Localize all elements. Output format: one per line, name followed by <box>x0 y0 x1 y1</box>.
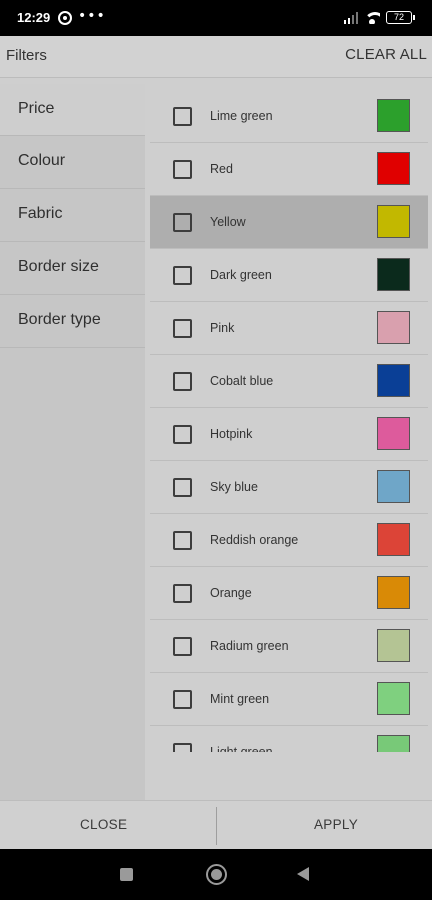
colour-swatch <box>377 311 410 344</box>
checkbox[interactable] <box>173 478 192 497</box>
checkbox[interactable] <box>173 107 192 126</box>
colour-option-row[interactable]: Light green <box>150 726 428 752</box>
checkbox[interactable] <box>173 690 192 709</box>
checkbox[interactable] <box>173 372 192 391</box>
status-icons: 72 <box>344 11 415 24</box>
home-icon[interactable] <box>206 864 227 885</box>
button-divider <box>216 807 217 845</box>
checkbox[interactable] <box>173 584 192 603</box>
whatsapp-icon <box>58 11 72 25</box>
category-fabric[interactable]: Fabric <box>0 189 145 242</box>
checkbox[interactable] <box>173 531 192 550</box>
battery-icon: 72 <box>386 11 415 24</box>
checkbox[interactable] <box>173 637 192 656</box>
filters-header: Filters CLEAR ALL <box>0 36 432 78</box>
colour-name-label: Red <box>210 162 233 176</box>
checkbox[interactable] <box>173 425 192 444</box>
category-price[interactable]: Price <box>0 84 145 136</box>
colour-options-list[interactable]: Lime green Red Yellow Dark green Pink Cobalt … <box>150 90 428 752</box>
status-time: 12:29 <box>17 10 51 25</box>
colour-name-label: Yellow <box>210 215 246 229</box>
more-notifications-icon: ••• <box>78 8 106 24</box>
colour-swatch <box>377 417 410 450</box>
colour-name-label: Lime green <box>210 109 273 123</box>
colour-name-label: Cobalt blue <box>210 374 274 388</box>
colour-name-label: Pink <box>210 321 235 335</box>
colour-name-label: Reddish orange <box>210 533 299 547</box>
colour-name-label: Mint green <box>210 692 270 706</box>
colour-option-row[interactable]: Reddish orange <box>150 514 428 567</box>
checkbox[interactable] <box>173 213 192 232</box>
colour-option-row[interactable]: Orange <box>150 567 428 620</box>
colour-name-label: Dark green <box>210 268 272 282</box>
colour-option-row[interactable]: Red <box>150 143 428 196</box>
system-navigation-bar <box>0 849 432 900</box>
colour-option-row[interactable]: Mint green <box>150 673 428 726</box>
colour-option-row[interactable]: Lime green <box>150 90 428 143</box>
colour-swatch <box>377 99 410 132</box>
colour-swatch <box>377 576 410 609</box>
checkbox[interactable] <box>173 319 192 338</box>
checkbox[interactable] <box>173 266 192 285</box>
category-border-size[interactable]: Border size <box>0 242 145 295</box>
colour-option-row[interactable]: Hotpink <box>150 408 428 461</box>
category-colour[interactable]: Colour <box>0 136 145 189</box>
colour-swatch <box>377 152 410 185</box>
colour-swatch <box>377 470 410 503</box>
colour-swatch <box>377 258 410 291</box>
colour-name-label: Hotpink <box>210 427 253 441</box>
colour-name-label: Sky blue <box>210 480 258 494</box>
colour-option-row[interactable]: Dark green <box>150 249 428 302</box>
filter-category-sidebar: Price Colour Fabric Border size Border t… <box>0 84 145 800</box>
colour-option-row[interactable]: Yellow <box>150 196 428 249</box>
colour-swatch <box>377 205 410 238</box>
filter-actions-bar: CLOSE APPLY <box>0 800 432 849</box>
colour-swatch <box>377 523 410 556</box>
clear-all-button[interactable]: CLEAR ALL <box>345 46 427 63</box>
colour-swatch <box>377 364 410 397</box>
colour-swatch <box>377 682 410 715</box>
colour-swatch <box>377 629 410 662</box>
checkbox[interactable] <box>173 160 192 179</box>
checkbox[interactable] <box>173 743 192 752</box>
colour-option-row[interactable]: Sky blue <box>150 461 428 514</box>
close-button[interactable]: CLOSE <box>80 817 127 832</box>
colour-option-row[interactable]: Cobalt blue <box>150 355 428 408</box>
page-title: Filters <box>6 47 47 64</box>
colour-swatch <box>377 735 410 752</box>
colour-option-row[interactable]: Radium green <box>150 620 428 673</box>
wifi-icon <box>364 11 380 24</box>
signal-icon <box>344 11 358 24</box>
apply-button[interactable]: APPLY <box>314 817 358 832</box>
colour-name-label: Radium green <box>210 639 289 653</box>
colour-option-row[interactable]: Pink <box>150 302 428 355</box>
category-border-type[interactable]: Border type <box>0 295 145 348</box>
colour-name-label: Orange <box>210 586 252 600</box>
status-bar: 12:29 ••• 72 <box>0 0 432 36</box>
recent-apps-icon[interactable] <box>120 868 133 881</box>
colour-name-label: Light green <box>210 745 273 752</box>
back-icon[interactable] <box>297 867 309 881</box>
